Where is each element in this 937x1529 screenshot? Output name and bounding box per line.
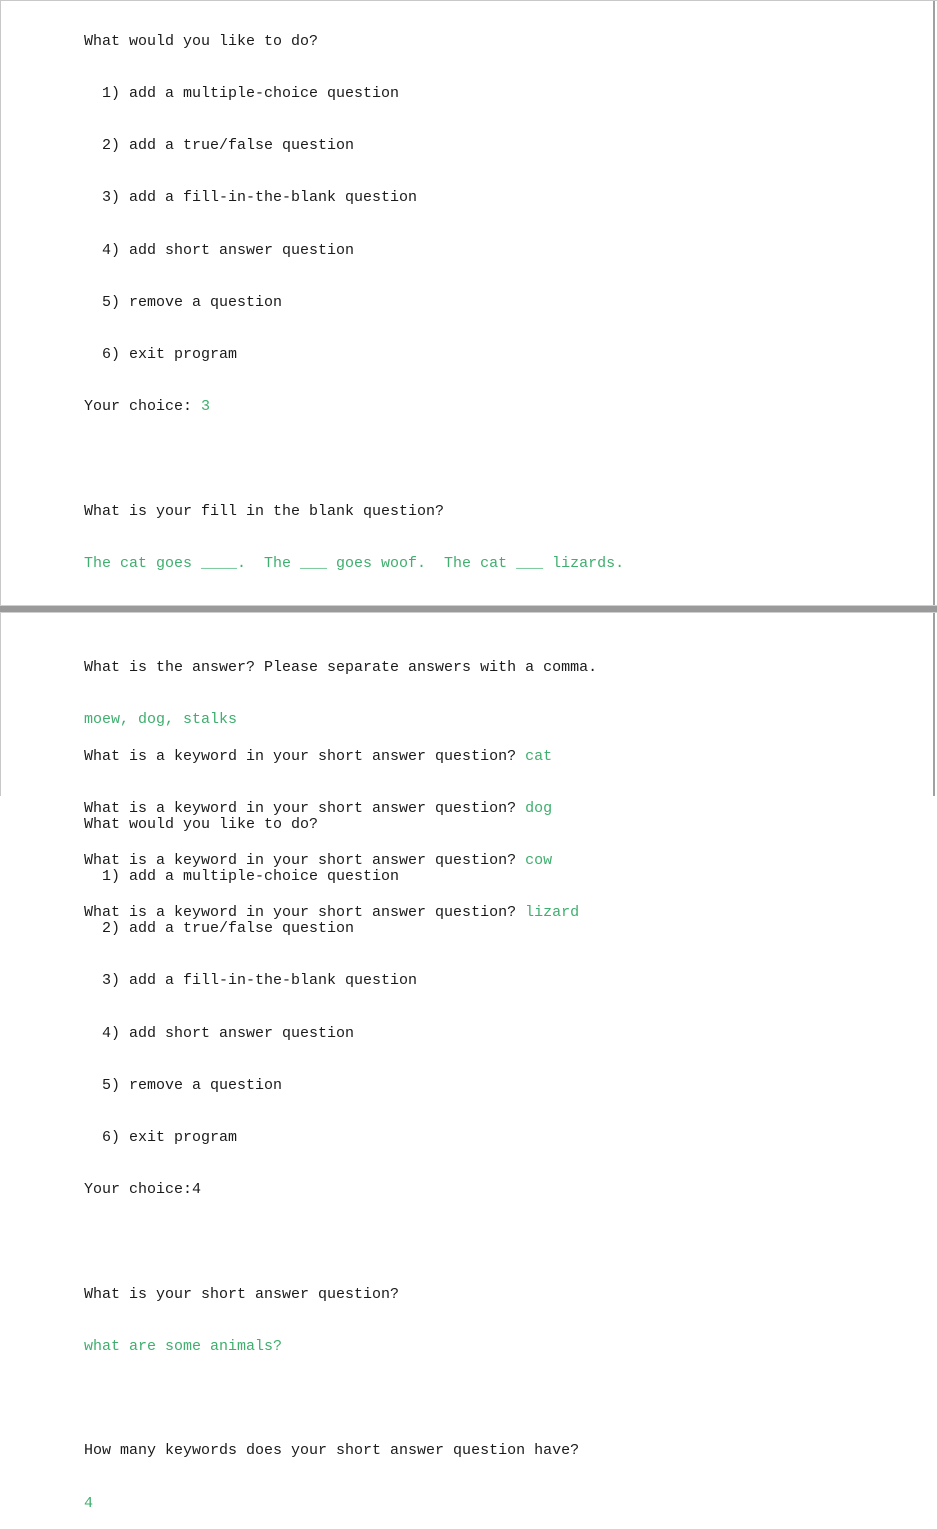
- keyword-prompt: What is a keyword in your short answer q…: [84, 747, 526, 765]
- keyword-input: lizard: [525, 904, 580, 922]
- keyword-input: dog: [525, 800, 553, 818]
- keyword-count-prompt: How many keywords does your short answer…: [84, 1442, 580, 1460]
- choice-label: Your choice:: [84, 398, 202, 416]
- menu-option: 4) add short answer question: [102, 1024, 355, 1042]
- keyword-line: What is a keyword in your short answer q…: [84, 800, 579, 817]
- choice-line: Your choice: 3: [84, 398, 624, 415]
- answer-prompt: What is the answer? Please separate answ…: [84, 659, 598, 677]
- choice-input: 3: [201, 398, 211, 416]
- choice-label: Your choice:: [84, 1181, 193, 1199]
- fill-blank-input: The cat goes ____. The ___ goes woof. Th…: [84, 554, 625, 572]
- short-answer-prompt: What is your short answer question?: [84, 1285, 400, 1303]
- menu-option: 5) remove a question: [102, 1076, 283, 1094]
- menu-prompt: What would you like to do?: [84, 32, 319, 50]
- fill-blank-prompt: What is your fill in the blank question?: [84, 502, 445, 520]
- keyword-count-input: 4: [84, 1494, 94, 1512]
- menu-option: 5) remove a question: [102, 293, 283, 311]
- menu-option: 6) exit program: [102, 1129, 238, 1147]
- menu-option: 2) add a true/false question: [102, 137, 355, 155]
- pane-splitter[interactable]: [0, 605, 937, 613]
- keyword-line: What is a keyword in your short answer q…: [84, 904, 579, 921]
- choice-line: Your choice:4: [84, 1181, 624, 1198]
- menu-option: 6) exit program: [102, 346, 238, 364]
- short-answer-input: what are some animals?: [84, 1337, 283, 1355]
- menu-option: 3) add a fill-in-the-blank question: [102, 189, 418, 207]
- choice-input: 4: [192, 1181, 202, 1199]
- keyword-input: cat: [525, 747, 553, 765]
- keyword-line: What is a keyword in your short answer q…: [84, 852, 579, 869]
- keyword-prompt: What is a keyword in your short answer q…: [84, 852, 526, 870]
- keyword-input: cow: [525, 852, 553, 870]
- menu-option: 1) add a multiple-choice question: [102, 85, 400, 103]
- menu-option: 4) add short answer question: [102, 241, 355, 259]
- console-output-bottom: What is a keyword in your short answer q…: [84, 713, 579, 939]
- keyword-line: What is a keyword in your short answer q…: [84, 748, 579, 765]
- keyword-prompt: What is a keyword in your short answer q…: [84, 800, 526, 818]
- keyword-prompt: What is a keyword in your short answer q…: [84, 904, 526, 922]
- menu-option: 3) add a fill-in-the-blank question: [102, 972, 418, 990]
